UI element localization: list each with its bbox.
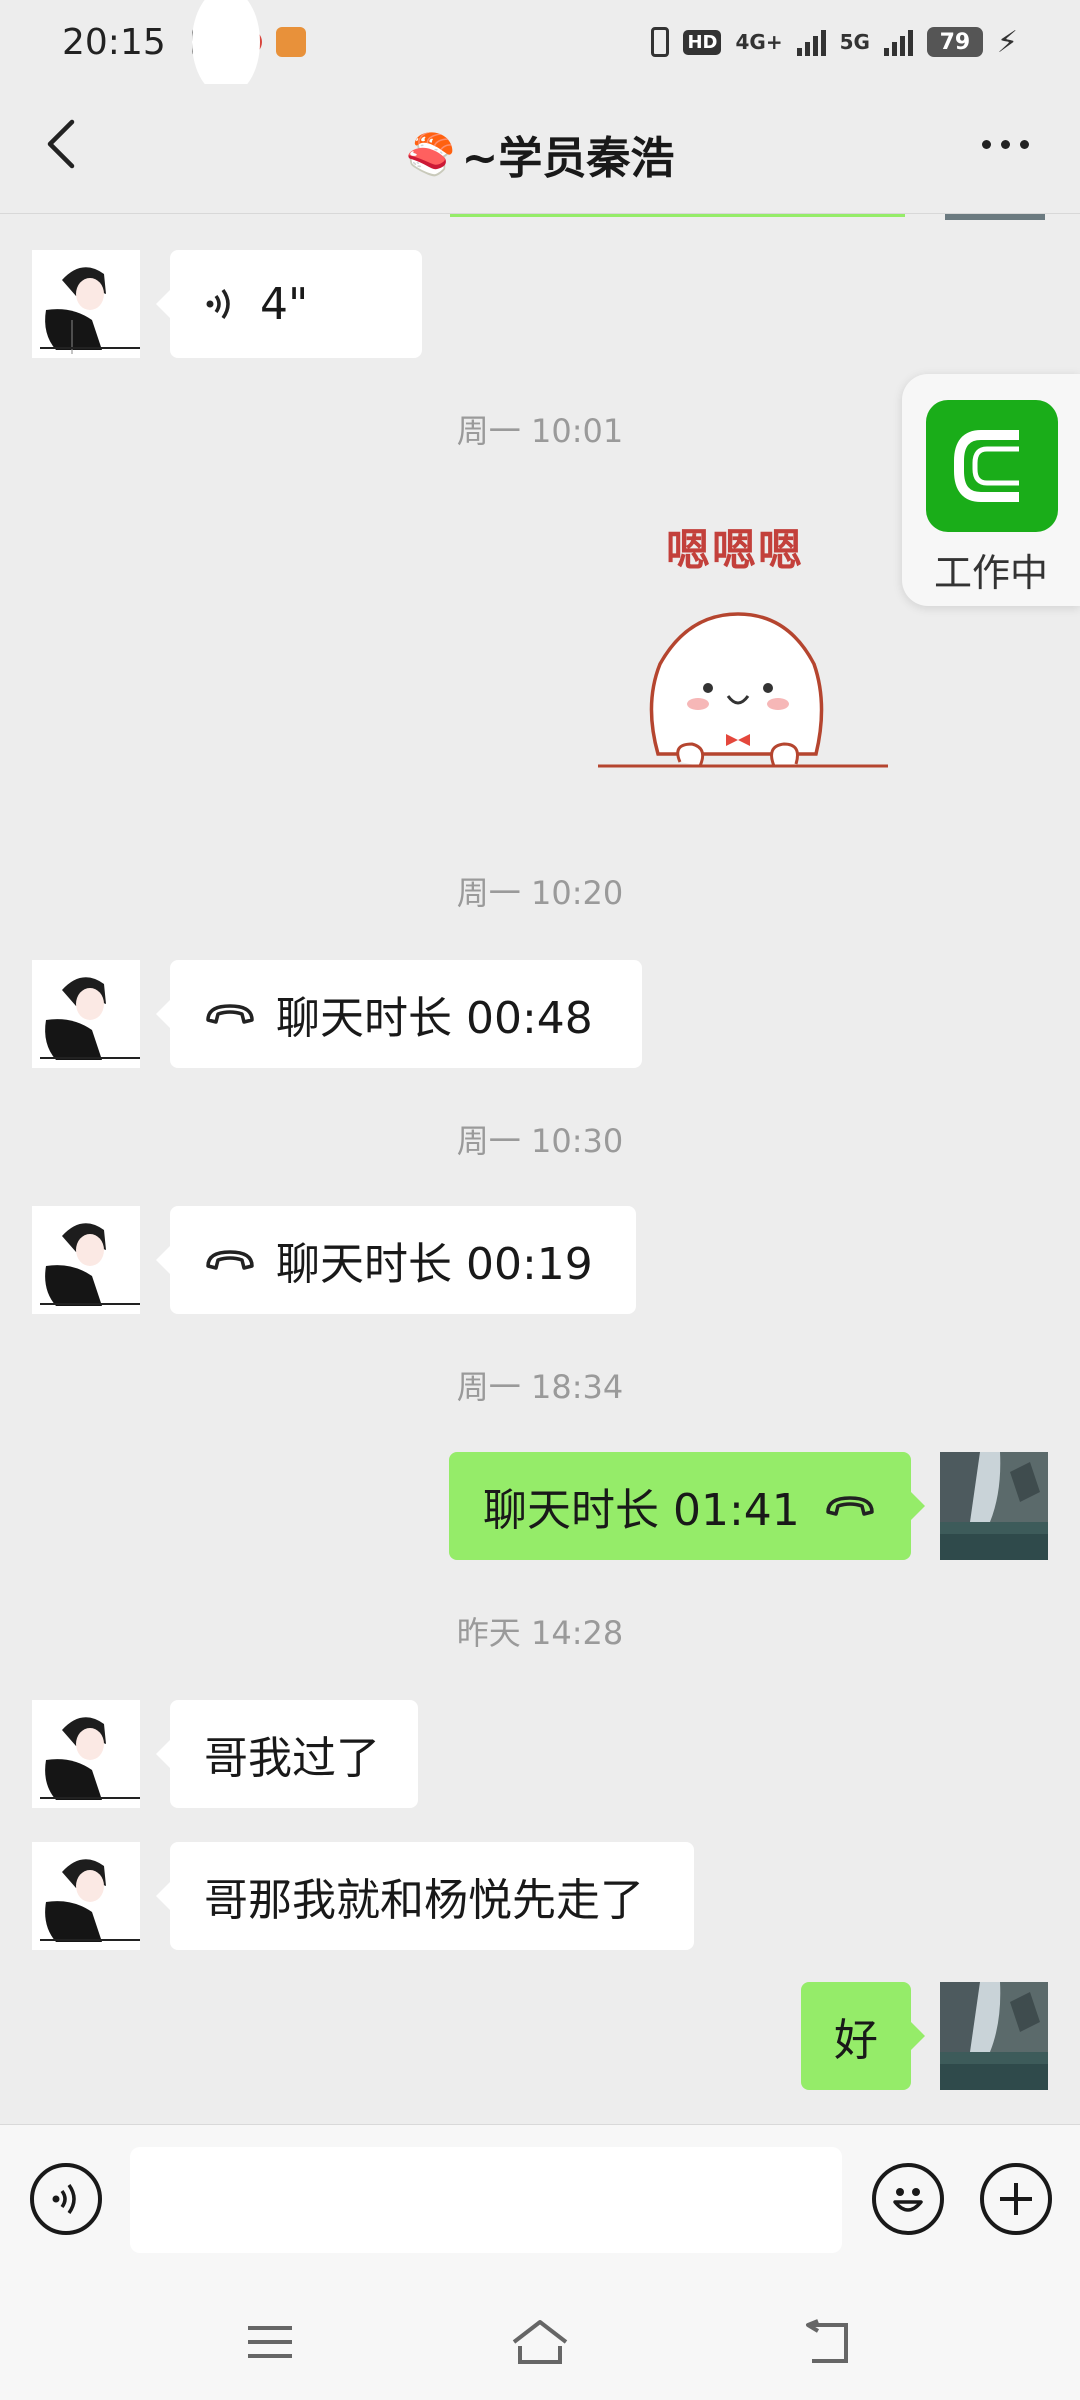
hd-icon: HD [683,29,722,55]
status-time: 20:15 [62,21,166,63]
avatar-illustration-icon [32,250,140,358]
timestamp: 昨天 14:28 [456,1614,624,1652]
previous-bubble-edge [450,214,905,217]
recent-apps-button[interactable] [240,2312,300,2372]
message-text: 哥我过了 [204,1733,380,1784]
avatar-illustration-icon [32,1842,140,1950]
my-avatar[interactable] [940,1982,1048,2090]
home-icon [512,2320,568,2364]
voice-input-button[interactable] [30,2163,102,2235]
message-input-bar [0,2124,1080,2282]
text-message-bubble[interactable]: 哥那我就和杨悦先走了 [156,1842,694,1950]
back-nav-button[interactable] [796,2312,856,2372]
phone-hangup-icon [204,1000,256,1028]
message-list[interactable]: 4" 周一 10:01 嗯嗯嗯 工作中 周一 10:20 聊天时长 00:48 … [0,214,1080,2124]
voice-wave-icon [52,2183,76,2215]
notification-icons [192,0,306,96]
battery-icon: 79 [926,27,983,57]
contact-avatar[interactable] [32,250,140,358]
contact-avatar[interactable] [32,1842,140,1950]
phone-hangup-icon [204,1246,256,1274]
message-input[interactable] [130,2147,842,2253]
vibrate-icon [651,27,670,57]
more-options-button[interactable] [970,124,1040,164]
chat-title: 🍣 ~学员秦浩 [0,122,1080,186]
call-duration-text: 聊天时长 01:41 [483,1485,800,1536]
landscape-photo-icon [940,1982,1048,2090]
self-text-message-bubble[interactable]: 好 [801,1982,925,2090]
smiley-face-icon [893,2188,923,2212]
more-functions-button[interactable] [980,2163,1052,2235]
charging-icon: ⚡ [996,24,1018,60]
sticker-message[interactable]: 嗯嗯嗯 [588,514,898,784]
home-button[interactable] [510,2312,570,2372]
plus-icon [1000,2183,1032,2215]
voice-duration: 4" [260,278,309,330]
floating-app-widget[interactable]: 工作中 [902,374,1080,606]
my-avatar[interactable] [940,1452,1048,1560]
message-text: 好 [834,2015,878,2066]
floating-widget-label: 工作中 [933,551,1048,595]
contact-avatar[interactable] [32,1206,140,1314]
message-text: 哥那我就和杨悦先走了 [204,1875,644,1926]
system-icons: HD 4G+ 5G 79 ⚡ [651,25,1018,60]
voice-message-bubble[interactable]: 4" [156,250,422,358]
cute-blob-sticker-icon [598,612,888,768]
work-app-icon [926,400,1058,532]
chat-bubble-icon [192,0,260,96]
avatar-illustration-icon [32,960,140,1068]
chat-header: 🍣 ~学员秦浩 [0,84,1080,214]
back-arrow-icon [806,2319,848,2363]
dot-icon [981,139,991,149]
timestamp: 周一 10:20 [456,874,624,912]
signal-5g-icon [883,28,913,56]
phone-hangup-icon [824,1492,876,1520]
contact-avatar[interactable] [32,1700,140,1808]
network-4g-label: 4G+ [735,30,783,54]
menu-icon [248,2326,292,2358]
dot-icon [1000,139,1010,149]
contact-name: ~学员秦浩 [461,133,675,184]
contact-avatar[interactable] [32,960,140,1068]
cat-app-icon [276,27,306,57]
previous-avatar-edge [945,214,1045,220]
sticker-caption: 嗯嗯嗯 [666,525,804,576]
timestamp: 周一 10:30 [456,1122,624,1160]
voice-call-record-bubble[interactable]: 聊天时长 00:19 [156,1206,636,1314]
system-navigation-bar [0,2282,1080,2400]
emoji-button[interactable] [872,2163,944,2235]
self-call-record-bubble[interactable]: 聊天时长 01:41 [449,1452,925,1560]
sushi-emoji-icon: 🍣 [405,131,456,178]
timestamp: 周一 18:34 [456,1368,624,1406]
network-5g-label: 5G [839,30,870,54]
avatar-illustration-icon [32,1206,140,1314]
text-message-bubble[interactable]: 哥我过了 [156,1700,418,1808]
call-duration-text: 聊天时长 00:48 [276,993,593,1044]
landscape-photo-icon [940,1452,1048,1560]
status-bar: 20:15 HD 4G+ 5G 79 ⚡ [0,0,1080,96]
voice-wave-icon [204,284,236,324]
call-duration-text: 聊天时长 00:19 [276,1239,593,1290]
avatar-illustration-icon [32,1700,140,1808]
dot-icon [1019,139,1029,149]
signal-4g-icon [796,28,826,56]
voice-call-record-bubble[interactable]: 聊天时长 00:48 [156,960,642,1068]
